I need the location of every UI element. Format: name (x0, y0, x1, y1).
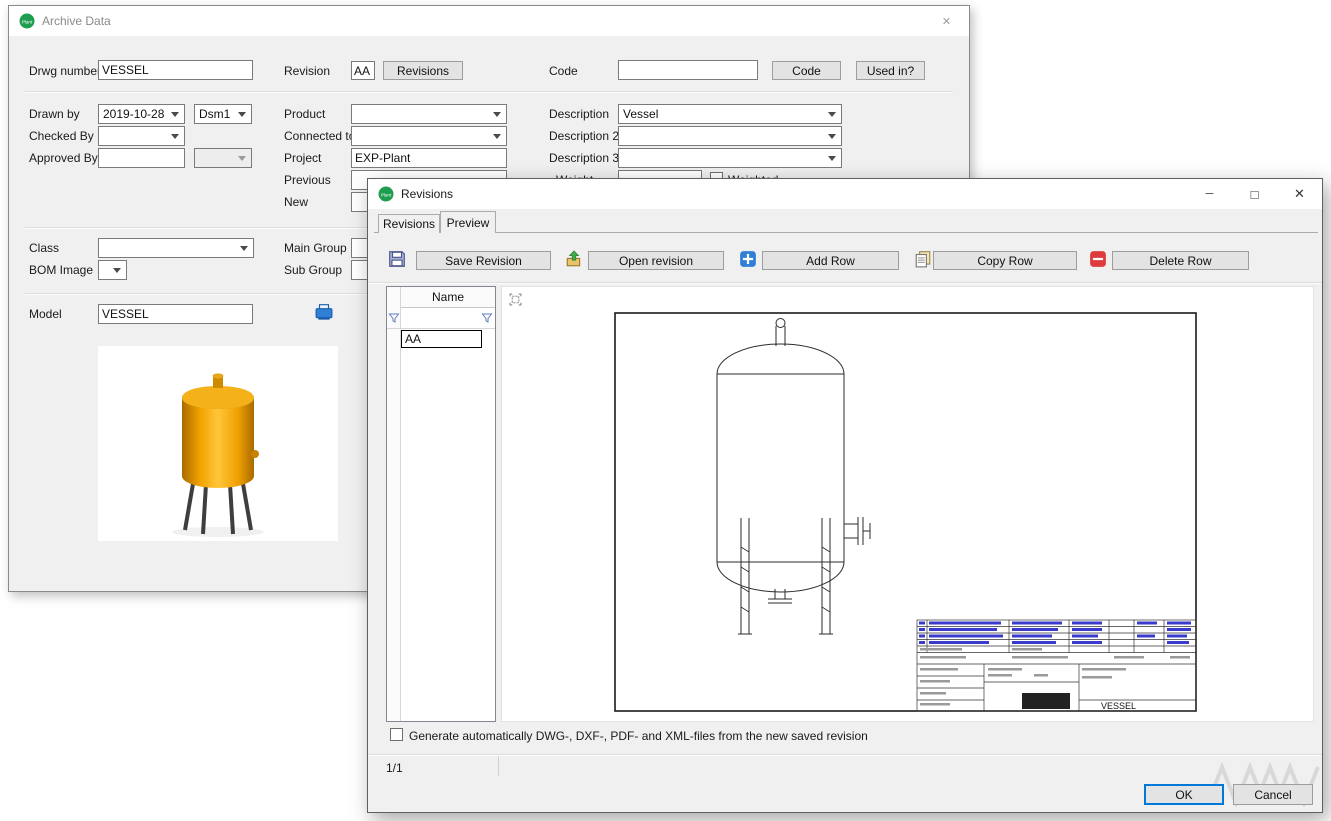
class-label: Class (29, 241, 59, 255)
description-combo[interactable]: Vessel (618, 104, 842, 124)
revision-input[interactable] (351, 61, 375, 80)
code-label: Code (549, 64, 578, 78)
description2-label: Description 2 (549, 129, 619, 143)
fit-view-icon[interactable] (509, 293, 522, 309)
archive-titlebar[interactable]: Plant Archive Data ✕ (9, 6, 969, 36)
grid-row-aa[interactable]: AA (401, 330, 482, 348)
add-row-icon[interactable] (739, 250, 757, 268)
statusbar-divider (498, 756, 499, 776)
revisions-window-title: Revisions (401, 187, 453, 201)
grid-row-header-column (387, 287, 401, 721)
drawing-sheet: VESSEL (614, 312, 1197, 712)
previous-label: Previous (284, 173, 331, 187)
close-icon: ✕ (942, 15, 951, 28)
status-page-indicator: 1/1 (386, 761, 403, 775)
tab-revisions[interactable]: Revisions (378, 214, 440, 233)
bom-image-combo[interactable] (98, 260, 127, 280)
grid-name-header[interactable]: Name (401, 287, 495, 308)
tab-preview[interactable]: Preview (440, 211, 496, 233)
product-label: Product (284, 107, 325, 121)
maximize-icon: □ (1251, 187, 1259, 202)
drawn-by-label: Drawn by (29, 107, 80, 121)
close-icon: ✕ (1294, 186, 1305, 202)
open-revision-button[interactable]: Open revision (588, 251, 724, 270)
delete-row-button[interactable]: Delete Row (1112, 251, 1249, 270)
generate-files-checkbox[interactable] (390, 728, 403, 741)
title-block-logo-stamp (1022, 693, 1070, 709)
filter-funnel-icon[interactable] (388, 312, 400, 327)
connected-to-combo[interactable] (351, 126, 507, 146)
close-button[interactable]: ✕ (1277, 179, 1322, 209)
model-viewer-icon[interactable] (315, 303, 333, 321)
drawn-date-combo[interactable]: 2019-10-28 (98, 104, 185, 124)
code-input[interactable] (618, 60, 758, 80)
archive-close-button[interactable]: ✕ (924, 6, 969, 36)
revision-label: Revision (284, 64, 330, 78)
main-group-label: Main Group (284, 241, 347, 255)
drawing-preview-panel: VESSEL (501, 286, 1314, 722)
save-icon[interactable] (388, 250, 406, 268)
archive-window-title: Archive Data (42, 14, 111, 28)
revision-grid: Name AA (386, 286, 496, 722)
description2-combo[interactable] (618, 126, 842, 146)
approved-by-input[interactable] (98, 148, 185, 168)
statusbar-separator (368, 754, 1322, 756)
tab-strip-border (374, 232, 1318, 233)
description3-combo[interactable] (618, 148, 842, 168)
cancel-button[interactable]: Cancel (1233, 784, 1313, 805)
minimize-icon: ─ (1206, 188, 1214, 200)
vessel-3d-render (98, 346, 338, 541)
model-label: Model (29, 307, 62, 321)
connected-to-label: Connected to (284, 129, 355, 143)
open-revision-icon[interactable] (565, 250, 583, 268)
generate-files-label: Generate automatically DWG-, DXF-, PDF- … (409, 729, 868, 743)
svg-text:Plant: Plant (22, 19, 33, 24)
revisions-titlebar[interactable]: Plant Revisions ─ □ ✕ (368, 179, 1322, 209)
revisions-window: Plant Revisions ─ □ ✕ Revisions Preview … (367, 178, 1323, 813)
model-preview-image (98, 346, 338, 541)
sub-group-label: Sub Group (284, 263, 342, 277)
toolbar-separator (368, 282, 1322, 284)
grid-filter-row[interactable] (387, 308, 495, 329)
svg-text:Plant: Plant (381, 192, 392, 197)
plant-logo-icon: Plant (19, 13, 35, 29)
copy-row-button[interactable]: Copy Row (933, 251, 1077, 270)
approved-by-label: Approved By (29, 151, 98, 165)
maximize-button[interactable]: □ (1232, 179, 1277, 209)
model-input[interactable] (98, 304, 253, 324)
copy-row-icon[interactable] (914, 250, 932, 268)
checked-by-label: Checked By (29, 129, 94, 143)
drwg-number-label: Drwg number (29, 64, 101, 78)
checked-by-combo[interactable] (98, 126, 185, 146)
approved-user-combo[interactable] (194, 148, 252, 168)
drwg-number-input[interactable] (98, 60, 253, 80)
revisions-button[interactable]: Revisions (383, 61, 463, 80)
project-input[interactable] (351, 148, 507, 168)
description3-label: Description 3 (549, 151, 619, 165)
code-button[interactable]: Code (772, 61, 841, 80)
class-combo[interactable] (98, 238, 254, 258)
minimize-button[interactable]: ─ (1187, 179, 1232, 209)
separator (25, 91, 953, 93)
delete-row-icon[interactable] (1089, 250, 1107, 268)
filter-funnel-icon[interactable] (481, 312, 493, 327)
used-in-button[interactable]: Used in? (856, 61, 925, 80)
new-label: New (284, 195, 308, 209)
description-label: Description (549, 107, 609, 121)
project-label: Project (284, 151, 321, 165)
add-row-button[interactable]: Add Row (762, 251, 899, 270)
save-revision-button[interactable]: Save Revision (416, 251, 551, 270)
title-block-drawing-name: VESSEL (1101, 701, 1136, 711)
ok-button[interactable]: OK (1144, 784, 1224, 805)
drawn-user-combo[interactable]: Dsm1 (194, 104, 252, 124)
product-combo[interactable] (351, 104, 507, 124)
bom-image-label: BOM Image (29, 263, 93, 277)
plant-logo-icon: Plant (378, 186, 394, 202)
